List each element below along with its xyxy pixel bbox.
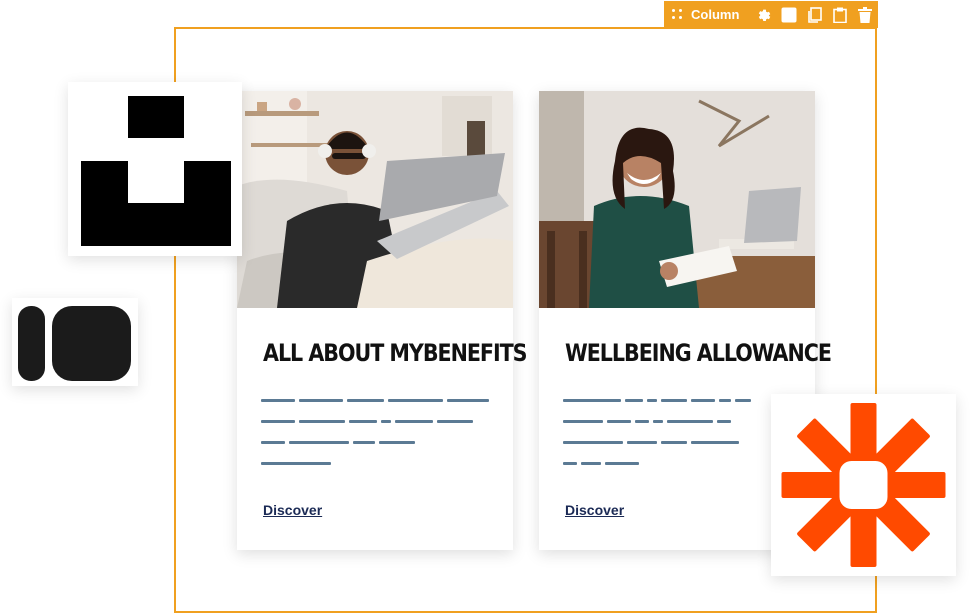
body-text-placeholder <box>563 399 798 474</box>
column-label: Column <box>691 7 740 22</box>
unsplash-logo-card <box>68 82 242 256</box>
square-icon[interactable] <box>781 6 797 24</box>
intercom-logo-card <box>12 298 138 386</box>
gear-icon[interactable] <box>756 6 772 24</box>
clipboard-icon[interactable] <box>832 6 848 24</box>
card-title: ALL ABOUT MYBENEFITS <box>263 339 528 367</box>
smiling-woman-with-papers-photo <box>539 91 815 308</box>
unsplash-logo <box>81 96 231 246</box>
zapier-logo-card <box>771 394 956 576</box>
zapier-logo <box>781 403 946 567</box>
discover-link[interactable]: Discover <box>565 502 624 518</box>
discover-link[interactable]: Discover <box>263 502 322 518</box>
column-toolbar: Column <box>664 1 878 28</box>
card-title: WELLBEING ALLOWANCE <box>565 339 832 367</box>
duplicate-icon[interactable] <box>807 6 823 24</box>
body-text-placeholder <box>261 399 496 474</box>
benefits-card: ALL ABOUT MYBENEFITS Discover <box>237 91 528 550</box>
intercom-logo <box>18 306 131 381</box>
drag-handle-icon[interactable] <box>672 8 683 21</box>
trash-icon[interactable] <box>857 6 873 24</box>
man-with-headphones-laptop-photo <box>237 91 513 308</box>
